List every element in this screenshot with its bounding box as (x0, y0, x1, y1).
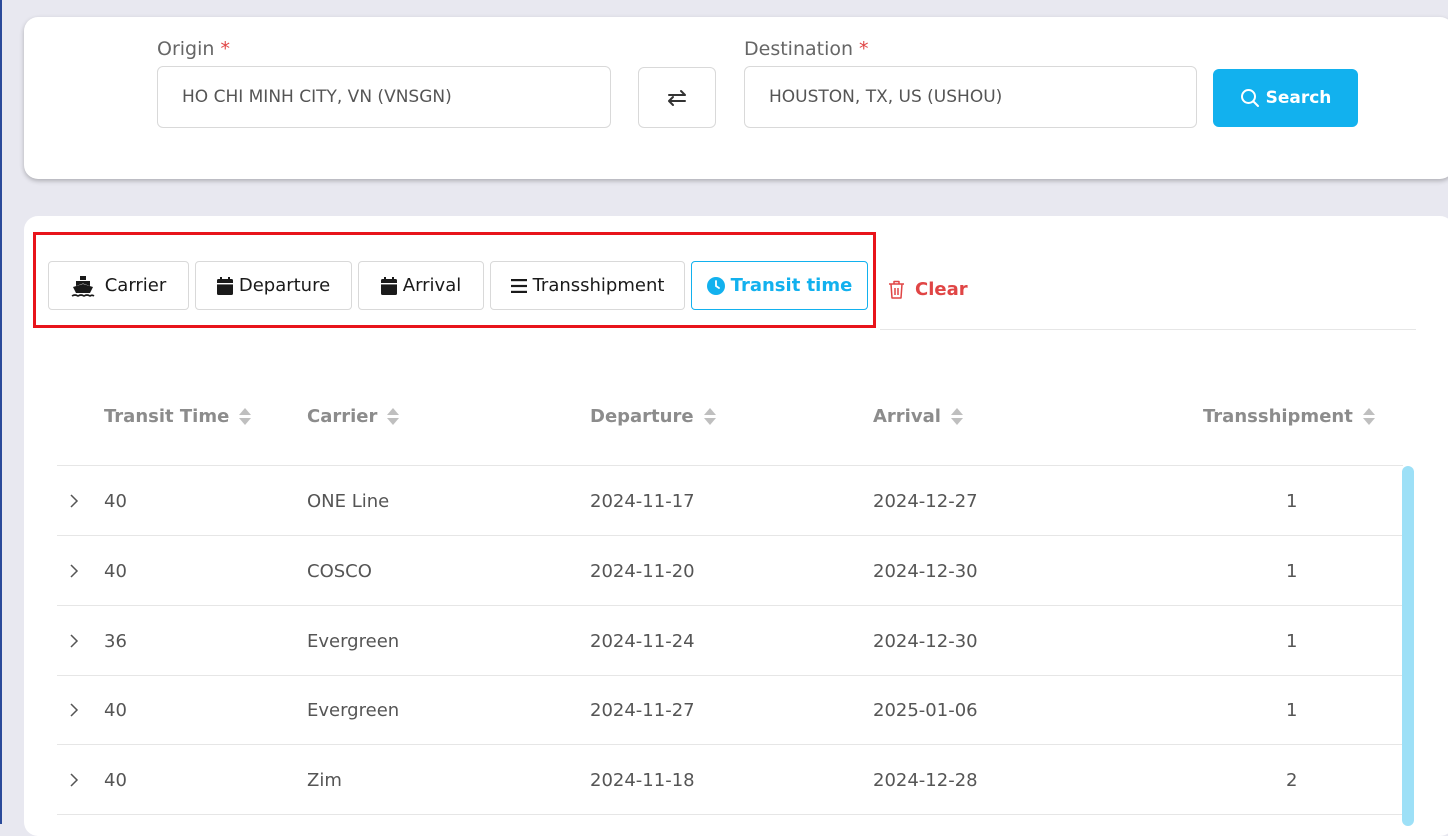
origin-input[interactable]: HO CHI MINH CITY, VN (VNSGN) (157, 66, 611, 128)
destination-input[interactable]: HOUSTON, TX, US (USHOU) (744, 66, 1197, 128)
cell-departure: 2024-11-18 (590, 769, 695, 791)
expand-row-button[interactable] (69, 536, 79, 606)
cell-carrier: Evergreen (307, 699, 400, 721)
swap-button[interactable] (638, 67, 716, 128)
cell-arrival: 2025-01-06 (873, 699, 978, 721)
clear-button-label: Clear (915, 278, 968, 300)
chevron-right-icon (70, 703, 79, 717)
chevron-right-icon (70, 564, 79, 578)
sort-caret-icon (387, 408, 400, 425)
origin-input-value: HO CHI MINH CITY, VN (VNSGN) (182, 87, 452, 107)
chevron-right-icon (70, 773, 79, 787)
cell-transit-time: 40 (104, 560, 127, 582)
table-scrollbar[interactable] (1402, 466, 1414, 826)
sort-caret-icon (1362, 408, 1375, 425)
sort-buttons-highlight (33, 232, 876, 328)
origin-label: Origin * (157, 38, 230, 60)
cell-carrier: COSCO (307, 560, 372, 582)
cell-arrival: 2024-12-30 (873, 560, 978, 582)
expand-row-button[interactable] (69, 466, 79, 536)
cell-departure: 2024-11-20 (590, 560, 695, 582)
expand-row-button[interactable] (69, 675, 79, 745)
chevron-right-icon (70, 634, 79, 648)
cell-transshipment: 1 (1286, 560, 1298, 582)
window-edge (0, 0, 2, 824)
cell-carrier: Zim (307, 769, 342, 791)
table-row[interactable]: 36 Evergreen 2024-11-24 2024-12-30 1 (57, 606, 1403, 676)
search-button-label: Search (1265, 88, 1332, 108)
clear-button[interactable]: Clear (888, 276, 968, 302)
cell-departure: 2024-11-24 (590, 630, 695, 652)
cell-departure: 2024-11-27 (590, 699, 695, 721)
column-header-departure[interactable]: Departure (590, 406, 716, 427)
search-button[interactable]: Search (1213, 69, 1358, 127)
trash-icon (889, 280, 904, 299)
cell-transshipment: 2 (1286, 769, 1298, 791)
sort-caret-icon (950, 408, 963, 425)
sort-caret-icon (239, 408, 252, 425)
sort-caret-icon (703, 408, 716, 425)
cell-transit-time: 40 (104, 699, 127, 721)
required-marker: * (859, 38, 869, 60)
cell-transit-time: 36 (104, 630, 127, 652)
column-header-transshipment[interactable]: Transshipment (1203, 406, 1375, 427)
destination-label: Destination * (744, 38, 869, 60)
cell-transshipment: 1 (1286, 699, 1298, 721)
expand-row-button[interactable] (69, 745, 79, 815)
chevron-right-icon (70, 494, 79, 508)
column-header-transit-time[interactable]: Transit Time (104, 406, 252, 427)
toolbar-divider (880, 329, 1416, 330)
cell-arrival: 2024-12-30 (873, 630, 978, 652)
table-row[interactable]: 40 COSCO 2024-11-20 2024-12-30 1 (57, 536, 1403, 606)
table-row[interactable]: 40 Evergreen 2024-11-27 2025-01-06 1 (57, 675, 1403, 745)
column-header-carrier[interactable]: Carrier (307, 406, 400, 427)
column-header-arrival[interactable]: Arrival (873, 406, 963, 427)
cell-carrier: ONE Line (307, 490, 390, 512)
swap-icon (668, 89, 686, 106)
cell-transshipment: 1 (1286, 490, 1298, 512)
required-marker: * (220, 38, 230, 60)
cell-departure: 2024-11-17 (590, 490, 695, 512)
cell-transit-time: 40 (104, 490, 127, 512)
cell-transshipment: 1 (1286, 630, 1298, 652)
cell-arrival: 2024-12-28 (873, 769, 978, 791)
cell-carrier: Evergreen (307, 630, 400, 652)
table-row[interactable]: 40 Zim 2024-11-18 2024-12-28 2 (57, 745, 1403, 815)
cell-transit-time: 40 (104, 769, 127, 791)
expand-row-button[interactable] (69, 606, 79, 676)
cell-arrival: 2024-12-27 (873, 490, 978, 512)
destination-input-value: HOUSTON, TX, US (USHOU) (769, 87, 1003, 107)
table-row[interactable]: 40 ONE Line 2024-11-17 2024-12-27 1 (57, 466, 1403, 536)
search-icon (1240, 89, 1259, 107)
